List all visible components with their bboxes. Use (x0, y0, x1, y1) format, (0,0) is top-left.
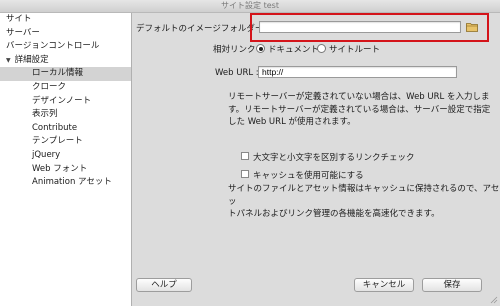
sidebar-item-label: Web フォント (32, 163, 88, 174)
sidebar-item-contribute[interactable]: Contribute (0, 122, 131, 136)
sidebar-item-advanced[interactable]: ▼ 詳細設定 (0, 54, 131, 68)
settings-panel: デフォルトのイメージフォルダー : 相対リンク : ドキュメント サイトルート … (132, 13, 500, 306)
sidebar-item-label: サーバー (6, 27, 40, 38)
help-button[interactable]: ヘルプ (136, 278, 192, 292)
help-text-line: リモートサーバーが定義されていない場合は、Web URL を入力しま (228, 92, 490, 102)
sidebar-item-label: サイト (6, 14, 32, 24)
radio-site-root-label: サイトルート (329, 45, 381, 55)
sidebar-item-local-info[interactable]: ローカル情報 (0, 67, 131, 81)
web-url-help-text: リモートサーバーが定義されていない場合は、Web URL を入力しま す。リモー… (228, 91, 490, 129)
folder-icon[interactable] (465, 21, 479, 33)
web-url-input[interactable] (258, 66, 457, 78)
sidebar-item-web-fonts[interactable]: Web フォント (0, 163, 131, 177)
sidebar-item-design-notes[interactable]: デザインノート (0, 95, 131, 109)
sidebar-item-label: バージョンコントロール (6, 41, 100, 52)
sidebar-item-label: クローク (32, 81, 67, 92)
help-text-line: した Web URL が使用されます。 (228, 117, 356, 127)
site-settings-window: サイト設定 test サイト サーバー バージョンコントロール ▼ 詳細設定 ロー… (0, 0, 500, 306)
resize-grip-icon[interactable] (490, 296, 498, 304)
web-url-label: Web URL : (215, 68, 259, 78)
sidebar-item-version-control[interactable]: バージョンコントロール (0, 40, 131, 54)
sidebar-item-label: jQuery (32, 149, 61, 160)
radio-document-label: ドキュメント (268, 45, 320, 55)
sidebar-item-cloaking[interactable]: クローク (0, 81, 131, 95)
sidebar-item-label: Animation アセット (32, 177, 112, 188)
case-sensitive-checkbox[interactable] (241, 152, 249, 160)
cancel-button[interactable]: キャンセル (354, 278, 414, 292)
sidebar-item-columns[interactable]: 表示列 (0, 108, 131, 122)
sidebar-item-servers[interactable]: サーバー (0, 27, 131, 41)
sidebar-item-templates[interactable]: テンプレート (0, 135, 131, 149)
save-button[interactable]: 保存 (422, 278, 482, 292)
triangle-down-icon[interactable]: ▼ (6, 57, 11, 64)
cache-help-text: サイトのファイルとアセット情報はキャッシュに保持されるので、アセッ トパネルおよ… (228, 183, 500, 221)
enable-cache-label[interactable]: キャッシュを使用可能にする (253, 169, 364, 181)
help-text-line: サイトのファイルとアセット情報はキャッシュに保持されるので、アセッ (228, 184, 500, 207)
sidebar-item-site[interactable]: サイト (0, 13, 131, 27)
sidebar-item-label: デザインノート (32, 95, 92, 106)
sidebar-item-label: 詳細設定 (14, 54, 49, 65)
radio-document[interactable]: ドキュメント (256, 43, 319, 55)
help-text-line: す。リモートサーバーが定義されている場合は、サーバー設定で指定 (228, 104, 491, 115)
enable-cache-checkbox[interactable] (241, 170, 249, 178)
category-sidebar: サイト サーバー バージョンコントロール ▼ 詳細設定 ローカル情報 クローク デ… (0, 13, 132, 306)
radio-site-root-indicator[interactable] (317, 44, 326, 53)
default-image-folder-input[interactable] (259, 21, 461, 33)
window-title: サイト設定 test (0, 0, 500, 13)
relative-link-label: 相対リンク : (213, 45, 262, 55)
case-sensitive-label[interactable]: 大文字と小文字を区別するリンクチェック (253, 151, 415, 163)
sidebar-item-label: Contribute (32, 122, 78, 133)
sidebar-item-jquery[interactable]: jQuery (0, 149, 131, 163)
radio-document-indicator[interactable] (256, 44, 265, 53)
sidebar-item-label: ローカル情報 (32, 68, 84, 79)
sidebar-item-animation-assets[interactable]: Animation アセット (0, 176, 131, 190)
radio-site-root[interactable]: サイトルート (317, 43, 380, 55)
sidebar-item-label: テンプレート (32, 136, 83, 147)
default-image-folder-label: デフォルトのイメージフォルダー : (136, 24, 269, 34)
sidebar-item-label: 表示列 (32, 109, 58, 120)
help-text-line: トパネルおよびリンク管理の各機能を高速化できます。 (228, 209, 440, 219)
